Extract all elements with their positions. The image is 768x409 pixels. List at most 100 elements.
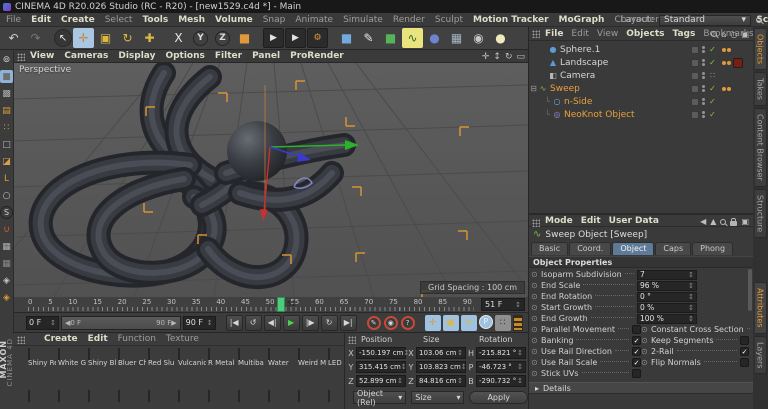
menu-item[interactable]: File <box>6 15 21 25</box>
sphere-object[interactable] <box>227 121 287 181</box>
checkbox[interactable] <box>632 369 641 378</box>
goto-end[interactable]: ▶| <box>340 315 357 331</box>
object-manager-menu-item[interactable]: Objects <box>626 29 664 39</box>
enable-toggle[interactable]: ✓ <box>708 110 717 119</box>
keyframe-circle-icon[interactable]: ⊙ <box>531 347 541 356</box>
attribute-menu-item[interactable]: Mode <box>545 216 573 226</box>
enable-toggle[interactable]: ∷ <box>708 71 717 80</box>
snap-toggle[interactable]: S <box>0 206 13 219</box>
layer-toggle[interactable] <box>691 59 699 67</box>
object-row[interactable]: ● Sphere.1 ✓ <box>529 43 753 56</box>
object-manager-menu-item[interactable]: Edit <box>571 29 588 39</box>
keyframe-circle-icon[interactable]: ⊙ <box>531 292 541 301</box>
range-start-field[interactable]: 0 F↕ <box>26 316 59 330</box>
material-name[interactable]: LED Blu <box>328 359 345 368</box>
polygon-mode[interactable]: ◪ <box>0 155 13 168</box>
material-thumbnail[interactable] <box>298 390 300 402</box>
object-name[interactable]: NeoKnot Object <box>564 110 635 120</box>
menu-item[interactable]: Volume <box>215 15 253 25</box>
last-tool[interactable]: ✚ <box>139 28 160 48</box>
timeline-tick[interactable]: 25 <box>142 298 151 306</box>
material-thumbnail[interactable] <box>118 348 120 360</box>
keyframe-circle-icon[interactable]: ⊙ <box>641 347 651 356</box>
redo[interactable]: ↷ <box>25 28 46 48</box>
make-editable[interactable]: ⊚ <box>0 53 13 66</box>
lock-icon[interactable] <box>730 221 737 226</box>
add-camera[interactable]: ◉ <box>468 28 489 48</box>
phong-tag[interactable] <box>722 87 731 91</box>
model-mode[interactable]: ■ <box>0 70 13 83</box>
side-tab[interactable]: Objects <box>755 28 767 70</box>
tree-expander[interactable]: └ <box>543 97 552 106</box>
enable-toggle[interactable]: ✓ <box>708 97 717 106</box>
keyframe-circle-icon[interactable]: ⊙ <box>531 303 541 312</box>
material-item[interactable]: Bluer Ch <box>118 349 147 368</box>
material-item[interactable] <box>28 391 57 401</box>
timeline-window-icon[interactable] <box>513 315 523 331</box>
tree-expander[interactable]: ⊟ <box>529 84 538 93</box>
next-frame[interactable]: |▶ <box>302 315 319 331</box>
side-tab[interactable]: Content Browser <box>755 108 767 187</box>
history-up-icon[interactable]: ▲ <box>710 217 716 226</box>
panel-grip-icon[interactable] <box>17 53 25 61</box>
attribute-tab[interactable]: Basic <box>531 242 568 255</box>
axis-z[interactable]: Z <box>215 31 230 46</box>
layer-toggle[interactable] <box>691 72 699 80</box>
size-mode-dropdown[interactable]: Size ▾ <box>411 391 464 404</box>
keyframe-circle-icon[interactable]: ⊙ <box>531 336 541 345</box>
viewport-menu-item[interactable]: View <box>30 51 54 61</box>
object-manager-menu-item[interactable]: File <box>545 29 563 39</box>
material-menu-item[interactable]: Edit <box>88 334 108 344</box>
side-tab[interactable]: Takes <box>755 72 767 106</box>
viewport-menu-item[interactable]: Filter <box>215 51 242 61</box>
timeline-tick[interactable]: 50 <box>266 298 275 306</box>
search-icon[interactable] <box>756 17 762 23</box>
key-scale[interactable]: ▣ <box>443 315 459 331</box>
play-loop[interactable]: ↻ <box>321 315 338 331</box>
range-right-arrow-icon[interactable]: ▶ <box>171 319 176 327</box>
timeline-tick[interactable]: 65 <box>340 298 349 306</box>
goto-start[interactable]: |◀ <box>226 315 243 331</box>
visibility-dots[interactable] <box>702 97 705 106</box>
panel-grip-icon[interactable] <box>532 30 540 38</box>
scrollbar[interactable] <box>748 269 752 311</box>
rotation-field[interactable]: -290.732 °↕ <box>476 375 526 387</box>
attribute-menu-item[interactable]: User Data <box>609 216 659 226</box>
keyframe-circle-icon[interactable]: ⊙ <box>531 314 541 323</box>
object-manager-menu-item[interactable]: View <box>597 29 618 39</box>
attribute-tab[interactable]: Coord. <box>569 242 611 255</box>
record-active-objects[interactable]: ✎ <box>367 316 381 330</box>
material-item[interactable] <box>208 391 237 401</box>
play-forwards[interactable]: ▶ <box>283 315 300 331</box>
material-name[interactable]: R Metal <box>208 359 236 368</box>
timeline-tick[interactable]: 85 <box>438 298 447 306</box>
layer-toggle[interactable] <box>691 85 699 93</box>
timeline-tick[interactable]: 10 <box>68 298 77 306</box>
keyframe-circle-icon[interactable]: ⊙ <box>531 270 541 279</box>
material-thumbnail[interactable] <box>88 390 90 402</box>
timeline-tick[interactable]: 30 <box>167 298 176 306</box>
panel-icon[interactable]: ▣ <box>741 30 749 39</box>
visibility-dots[interactable] <box>702 45 705 54</box>
menu-item[interactable]: Select <box>105 15 133 25</box>
scale[interactable]: ▣ <box>95 28 116 48</box>
viewport-3d-canvas[interactable]: Perspective Grid Spacing : 100 cm <box>14 63 528 297</box>
timeline-tick[interactable]: 70 <box>364 298 373 306</box>
magnet-snap[interactable]: ∪ <box>0 223 13 236</box>
enable-toggle[interactable]: ✓ <box>708 84 717 93</box>
camera-label[interactable]: Perspective <box>19 65 71 75</box>
size-field[interactable]: 84.816 cm↕ <box>416 375 466 387</box>
menu-item[interactable]: Tools <box>142 15 168 25</box>
key-parameter[interactable]: P <box>479 315 493 329</box>
workplane-mode[interactable]: ▤ <box>0 104 13 117</box>
material-item[interactable] <box>178 391 207 401</box>
enable-toggle[interactable]: ✓ <box>708 58 717 67</box>
material-thumbnail[interactable] <box>238 390 240 402</box>
section-header[interactable]: Object Properties <box>529 256 753 268</box>
material-item[interactable] <box>268 391 297 401</box>
render-to-picture-viewer[interactable]: ▶ <box>285 28 306 48</box>
visibility-dots[interactable] <box>702 58 705 67</box>
add-light[interactable]: ● <box>490 28 511 48</box>
object-name[interactable]: Landscape <box>560 58 608 68</box>
menu-item[interactable]: Create <box>61 15 95 25</box>
